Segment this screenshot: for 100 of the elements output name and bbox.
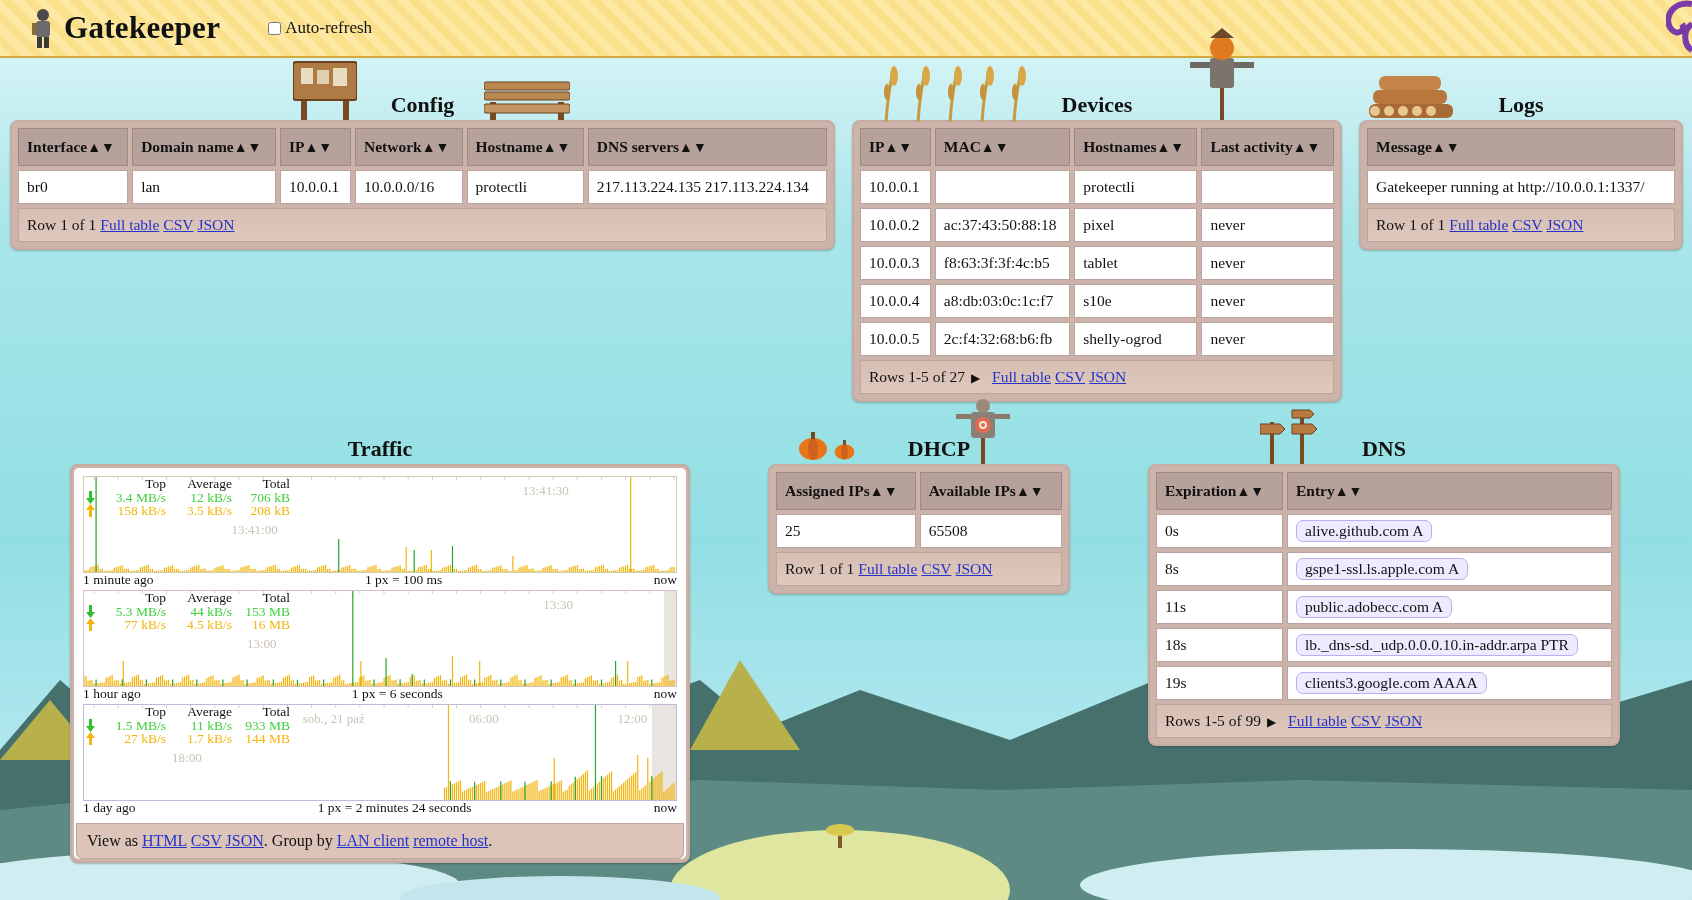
dns-entry: clients3.google.com AAAA xyxy=(1296,672,1487,694)
column-label: Assigned IPs xyxy=(785,482,870,499)
upload-stat: 158 kB/s xyxy=(116,504,166,518)
graph-scale: 1 px = 100 ms xyxy=(364,573,443,589)
table-cell: Gatekeeper running at http://10.0.0.1:1337/ xyxy=(1367,170,1675,204)
view-link[interactable]: CSV xyxy=(190,832,222,849)
footer-link[interactable]: Full table xyxy=(992,368,1051,385)
view-link[interactable]: HTML xyxy=(142,832,187,849)
sort-descending-link[interactable]: ▼ xyxy=(556,140,571,155)
sort-ascending-link[interactable]: ▲ xyxy=(1292,140,1307,155)
time-label: 13:00 xyxy=(246,636,277,652)
section-title: DNS xyxy=(1362,436,1406,462)
section-title: Devices xyxy=(1061,92,1133,118)
upload-arrow-icon xyxy=(86,504,95,517)
upload-stat: 4.5 kB/s xyxy=(186,618,232,632)
bench-icon xyxy=(484,80,570,120)
stat-heading: Average xyxy=(186,591,232,605)
footer-link[interactable]: Full table xyxy=(858,560,918,577)
sort-ascending-link[interactable]: ▲ xyxy=(87,140,102,155)
table-cell: pixel xyxy=(1074,208,1198,242)
footer-link[interactable]: JSON xyxy=(1385,712,1423,729)
scarecrow-icon xyxy=(1190,28,1254,120)
upload-stat: 208 kB xyxy=(249,504,290,518)
sort-ascending-link[interactable]: ▲ xyxy=(1236,484,1251,499)
sort-descending-link[interactable]: ▼ xyxy=(1029,484,1044,499)
footer-link[interactable]: Full table xyxy=(1449,216,1509,233)
column-label: IP xyxy=(869,138,885,155)
footer-link[interactable]: JSON xyxy=(197,216,235,233)
upload-stat: 16 MB xyxy=(251,618,290,632)
table-cell: 10.0.0.5 xyxy=(860,322,931,356)
row-count: Rows 1-5 of 27 xyxy=(869,368,965,385)
next-page-button[interactable]: ▶ xyxy=(971,371,980,385)
sort-descending-link[interactable]: ▼ xyxy=(247,140,262,155)
sort-descending-link[interactable]: ▼ xyxy=(101,140,115,155)
footer-link[interactable]: JSON xyxy=(955,560,993,577)
sort-ascending-link[interactable]: ▲ xyxy=(679,140,693,155)
stat-heading: Total xyxy=(261,477,290,491)
sort-ascending-link[interactable]: ▲ xyxy=(884,140,899,155)
footer-link[interactable]: Full table xyxy=(1288,712,1347,729)
section-title: Traffic xyxy=(347,436,413,462)
table-cell: never xyxy=(1201,246,1334,280)
footer-link[interactable]: CSV xyxy=(1512,216,1543,233)
footer-link[interactable]: JSON xyxy=(1546,216,1584,233)
footer-link[interactable]: CSV xyxy=(1055,368,1086,385)
footer-link[interactable]: JSON xyxy=(1089,368,1127,385)
sort-ascending-link[interactable]: ▲ xyxy=(1156,140,1171,155)
footer-link[interactable]: Full table xyxy=(100,216,160,233)
table-cell: 10.0.0.0/16 xyxy=(355,170,463,204)
section-title: DHCP xyxy=(907,436,971,462)
sort-ascending-link[interactable]: ▲ xyxy=(869,484,884,499)
table-cell: 217.113.224.135 217.113.224.134 xyxy=(587,170,827,204)
next-page-button[interactable]: ▶ xyxy=(1267,715,1276,729)
sort-ascending-link[interactable]: ▲ xyxy=(233,140,248,155)
sort-descending-link[interactable]: ▼ xyxy=(883,484,898,499)
stat-heading: Top xyxy=(144,477,166,491)
sort-ascending-link[interactable]: ▲ xyxy=(542,140,557,155)
column-label: Last activity xyxy=(1210,138,1293,155)
sort-descending-link[interactable]: ▼ xyxy=(1250,484,1265,499)
column-label: Hostname xyxy=(475,138,543,155)
column-label: Available IPs xyxy=(928,482,1016,499)
time-label: 13:41:30 xyxy=(522,483,569,499)
upload-arrow-icon xyxy=(86,618,95,631)
sort-descending-link[interactable]: ▼ xyxy=(1445,140,1460,155)
sort-descending-link[interactable]: ▼ xyxy=(898,140,913,155)
sort-descending-link[interactable]: ▼ xyxy=(318,140,333,155)
row-count: Rows 1-5 of 99 xyxy=(1165,712,1261,729)
sort-descending-link[interactable]: ▼ xyxy=(994,140,1009,155)
view-link[interactable]: LAN client xyxy=(336,832,410,849)
column-label: IP xyxy=(288,138,305,155)
column-label: Interface xyxy=(27,138,88,155)
upload-stat: 144 MB xyxy=(244,732,290,746)
upload-stat: 1.7 kB/s xyxy=(186,732,232,746)
download-stat: 44 kB/s xyxy=(190,604,232,618)
sort-ascending-link[interactable]: ▲ xyxy=(421,140,436,155)
sort-descending-link[interactable]: ▼ xyxy=(1348,484,1363,499)
upload-stat: 3.5 kB/s xyxy=(186,504,232,518)
table-cell: 2c:f4:32:68:b6:fb xyxy=(934,322,1071,356)
time-label: 13:30 xyxy=(543,597,573,613)
sort-ascending-link[interactable]: ▲ xyxy=(304,140,319,155)
sort-descending-link[interactable]: ▼ xyxy=(1170,140,1185,155)
auto-refresh-checkbox[interactable] xyxy=(268,21,282,35)
sort-descending-link[interactable]: ▼ xyxy=(435,140,450,155)
sort-descending-link[interactable]: ▼ xyxy=(692,140,707,155)
sort-ascending-link[interactable]: ▲ xyxy=(1334,484,1349,499)
stat-heading: Top xyxy=(144,705,166,719)
notice-board-icon xyxy=(293,60,357,120)
sort-ascending-link[interactable]: ▲ xyxy=(1015,484,1030,499)
time-label: 18:00 xyxy=(172,750,202,766)
view-link[interactable]: JSON xyxy=(225,832,264,849)
sort-ascending-link[interactable]: ▲ xyxy=(1431,140,1446,155)
footer-link[interactable]: CSV xyxy=(1351,712,1382,729)
footer-link[interactable]: CSV xyxy=(163,216,194,233)
time-label: 12:00 xyxy=(617,711,648,727)
row-count: Row 1 of 1 xyxy=(27,216,97,233)
download-stat: 11 kB/s xyxy=(190,718,232,732)
sort-ascending-link[interactable]: ▲ xyxy=(980,140,995,155)
sort-descending-link[interactable]: ▼ xyxy=(1306,140,1321,155)
table-cell: shelly-ogrod xyxy=(1074,322,1198,356)
table-cell: 19s xyxy=(1156,666,1283,700)
footer-link[interactable]: CSV xyxy=(921,560,952,577)
